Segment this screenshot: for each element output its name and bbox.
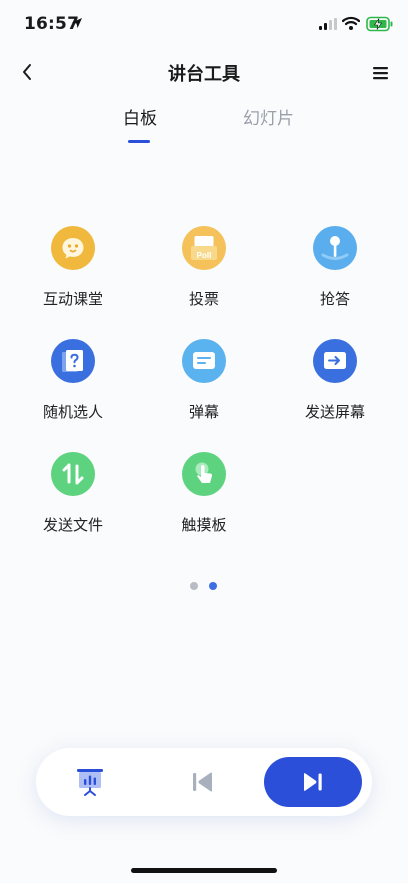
presentation-chart-icon (77, 769, 103, 796)
signal-icon (319, 18, 337, 30)
tool-label: 发送屏幕 (304, 403, 365, 421)
chat-bubble-icon (51, 226, 95, 270)
tool-label: 抢答 (319, 290, 350, 308)
tool-touchpad[interactable]: 触摸板 (149, 452, 259, 535)
status-bar: 16:57 (0, 0, 408, 48)
random-card-icon (51, 339, 95, 383)
tool-interactive-class[interactable]: 互动课堂 (18, 226, 128, 309)
tool-label: 投票 (188, 290, 219, 308)
touchpad-icon (182, 452, 226, 496)
skip-next-icon (304, 773, 322, 791)
menu-button[interactable] (368, 60, 394, 86)
wifi-icon (342, 16, 360, 30)
tool-label: 互动课堂 (42, 290, 103, 308)
poll-icon-text: Poll (196, 251, 212, 260)
tool-send-screen[interactable]: 发送屏幕 (280, 339, 390, 422)
mode-tabs: 白板 幻灯片 (0, 104, 408, 148)
presentation-control-bar (36, 748, 372, 816)
home-indicator (131, 868, 277, 873)
presentation-button[interactable] (74, 766, 106, 798)
previous-slide-button[interactable] (190, 770, 216, 794)
tab-whiteboard[interactable]: 白板 (123, 104, 157, 129)
tab-slides[interactable]: 幻灯片 (243, 104, 294, 129)
joystick-icon (313, 226, 357, 270)
tool-label: 触摸板 (181, 516, 227, 534)
danmaku-icon (182, 339, 226, 383)
send-file-icon (51, 452, 95, 496)
next-slide-button[interactable] (264, 757, 362, 807)
tool-label: 弹幕 (188, 403, 219, 421)
nav-bar: 讲台工具 (0, 48, 408, 96)
skip-previous-icon (193, 772, 212, 792)
hamburger-menu-icon (373, 67, 388, 80)
tool-label: 发送文件 (42, 516, 103, 534)
tool-danmaku[interactable]: 弹幕 (149, 339, 259, 422)
page-dot-1[interactable] (190, 582, 198, 590)
tool-send-file[interactable]: 发送文件 (18, 452, 128, 535)
page-dot-2-active[interactable] (209, 582, 217, 590)
tool-random-pick[interactable]: 随机选人 (18, 339, 128, 422)
tool-poll[interactable]: Poll 投票 (149, 226, 259, 309)
page-title: 讲台工具 (168, 64, 240, 85)
poll-icon: Poll (182, 226, 226, 270)
location-arrow-icon (72, 18, 82, 28)
tool-label: 随机选人 (42, 403, 103, 421)
battery-charging-icon (366, 16, 393, 32)
active-tab-indicator (128, 140, 150, 143)
send-screen-icon (313, 339, 357, 383)
tool-quick-answer[interactable]: 抢答 (280, 226, 390, 309)
